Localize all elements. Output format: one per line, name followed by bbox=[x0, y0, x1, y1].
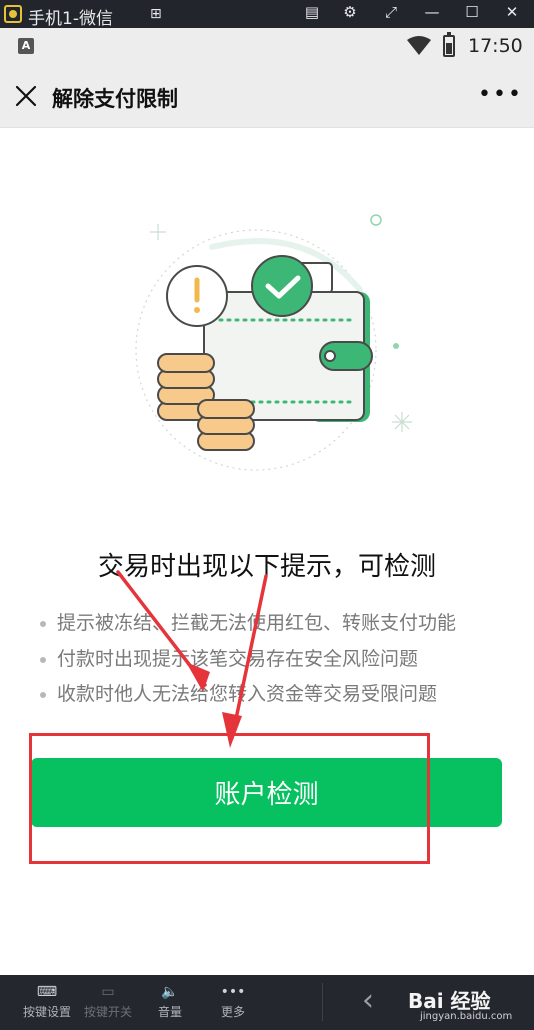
emulator-toolbar: ⌨ 按键设置 ▭ 按键开关 🔈 音量 ••• 更多 ‹ Bai 经验 jingy… bbox=[0, 975, 534, 1030]
watermark-url: jingyan.baidu.com bbox=[420, 1011, 513, 1022]
tip-item: 提示被冻结、拦截无法使用红包、转账支付功能 bbox=[40, 606, 456, 642]
wallet-illustration bbox=[135, 214, 412, 471]
emulator-title-bar: 手机1-微信 ⊞ ▤ ⚙ ⤢ — ☐ ✕ bbox=[0, 0, 534, 29]
app-logo-icon bbox=[4, 5, 22, 23]
status-bar: A 17:50 bbox=[0, 28, 534, 66]
account-check-button[interactable]: 账户检测 bbox=[31, 758, 502, 827]
volume-icon: 🔈 bbox=[161, 984, 179, 1000]
message-icon[interactable]: ▤ bbox=[302, 3, 322, 21]
wifi-icon bbox=[407, 36, 431, 55]
page-title: 解除支付限制 bbox=[52, 87, 178, 111]
status-time: 17:50 bbox=[468, 35, 523, 57]
close-icon[interactable] bbox=[12, 82, 40, 110]
notification-icon: A bbox=[18, 38, 34, 54]
volume-button[interactable]: 🔈 音量 bbox=[140, 981, 200, 1020]
tool-label: 按键开关 bbox=[83, 1005, 132, 1019]
toolbar-divider bbox=[322, 983, 323, 1021]
battery-icon bbox=[443, 32, 455, 57]
more-options-icon[interactable]: ••• bbox=[478, 82, 523, 107]
close-window-icon[interactable]: ✕ bbox=[502, 3, 522, 21]
tip-item: 付款时出现提示该笔交易存在安全风险问题 bbox=[40, 642, 456, 678]
window-title: 手机1-微信 bbox=[28, 9, 113, 29]
annotation-arrows bbox=[116, 570, 268, 748]
tool-label: 按键设置 bbox=[22, 1005, 71, 1019]
maximize-icon[interactable]: ☐ bbox=[462, 3, 482, 21]
top-nav-bar: 解除支付限制 ••• bbox=[0, 66, 534, 128]
settings-icon[interactable]: ⚙ bbox=[340, 3, 360, 21]
minimize-icon[interactable]: — bbox=[422, 3, 442, 21]
keyboard-settings-button[interactable]: ⌨ 按键设置 bbox=[17, 981, 77, 1020]
tip-item: 收款时他人无法给您转入资金等交易受限问题 bbox=[40, 677, 456, 713]
tool-label: 音量 bbox=[157, 1005, 182, 1019]
fullscreen-icon[interactable]: ⤢ bbox=[381, 3, 401, 21]
keys-toggle-icon: ▭ bbox=[101, 984, 115, 1000]
keyboard-icon: ⌨ bbox=[36, 984, 58, 1000]
keys-toggle-button[interactable]: ▭ 按键开关 bbox=[78, 981, 138, 1020]
watermark: Bai 经验 bbox=[408, 989, 491, 1013]
more-dots-icon: ••• bbox=[220, 984, 246, 1000]
back-arrow-icon[interactable]: ‹ bbox=[362, 983, 374, 1018]
more-button[interactable]: ••• 更多 bbox=[203, 981, 263, 1020]
qr-code-icon[interactable]: ⊞ bbox=[150, 6, 162, 22]
tool-label: 更多 bbox=[220, 1005, 245, 1019]
tips-list: 提示被冻结、拦截无法使用红包、转账支付功能 付款时出现提示该笔交易存在安全风险问… bbox=[40, 606, 456, 713]
section-heading: 交易时出现以下提示，可检测 bbox=[97, 552, 436, 582]
